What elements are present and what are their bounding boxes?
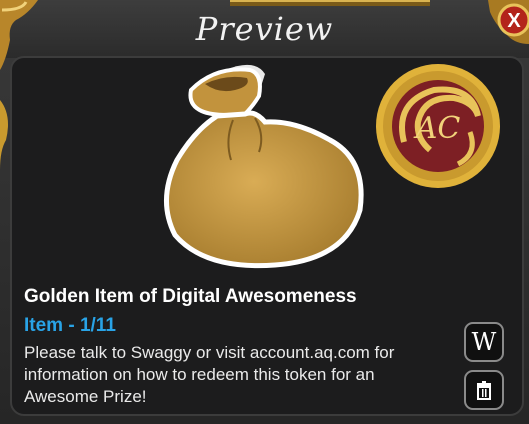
ac-coin-icon: AC [376,64,500,188]
close-button[interactable]: X [488,0,529,44]
item-description: Please talk to Swaggy or visit account.a… [24,343,395,406]
item-type-line: Item - 1/11 [24,315,116,336]
close-icon: X [488,0,529,44]
wiki-label: W [471,328,497,356]
trash-icon [477,381,491,400]
gold-ornament-top [230,0,430,6]
preview-window: Preview X AC Golden Item of Digital Awes… [0,0,529,424]
bag-icon [164,64,364,269]
window-title: Preview [195,10,334,48]
trash-button[interactable] [464,370,504,410]
item-name: Golden Item of Digital Awesomeness [24,286,357,307]
wiki-button[interactable]: W [464,322,504,362]
close-label: X [507,10,521,32]
ac-coin-label: AC [413,111,461,146]
